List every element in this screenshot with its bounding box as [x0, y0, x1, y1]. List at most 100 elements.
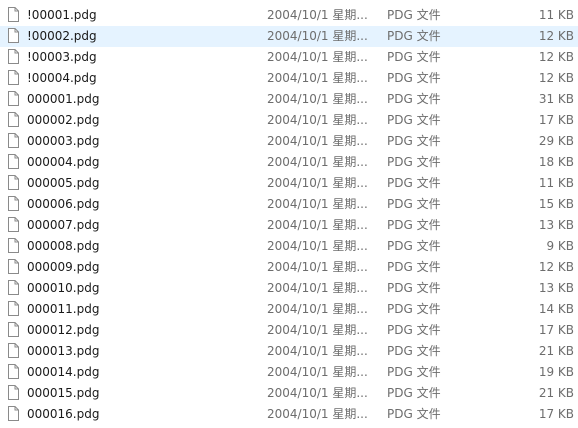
file-type: PDG 文件: [387, 113, 441, 127]
file-type: PDG 文件: [387, 92, 441, 106]
document-icon: [8, 259, 19, 274]
file-row[interactable]: 000012.pdg 2004/10/1 星期... PDG 文件 17 KB: [0, 320, 578, 341]
file-type: PDG 文件: [387, 218, 441, 232]
file-type: PDG 文件: [387, 281, 441, 295]
file-date-modified: 2004/10/1 星期...: [267, 134, 368, 148]
file-row[interactable]: 000006.pdg 2004/10/1 星期... PDG 文件 15 KB: [0, 194, 578, 215]
file-name: !00003.pdg: [27, 50, 97, 64]
file-row[interactable]: 000013.pdg 2004/10/1 星期... PDG 文件 21 KB: [0, 341, 578, 362]
file-name: 000007.pdg: [27, 218, 100, 232]
file-list: !00001.pdg 2004/10/1 星期... PDG 文件 11 KB !000…: [0, 0, 578, 424]
file-type: PDG 文件: [387, 134, 441, 148]
file-type: PDG 文件: [387, 71, 441, 85]
file-size: 12 KB: [538, 29, 574, 43]
file-row[interactable]: 000008.pdg 2004/10/1 星期... PDG 文件 9 KB: [0, 236, 578, 257]
file-date-modified: 2004/10/1 星期...: [267, 71, 368, 85]
file-row[interactable]: 000010.pdg 2004/10/1 星期... PDG 文件 13 KB: [0, 278, 578, 299]
file-type: PDG 文件: [387, 176, 441, 190]
document-icon: [8, 406, 19, 421]
file-type: PDG 文件: [387, 155, 441, 169]
file-size: 12 KB: [538, 50, 574, 64]
file-date-modified: 2004/10/1 星期...: [267, 239, 368, 253]
file-name: !00001.pdg: [27, 8, 97, 22]
document-icon: [8, 301, 19, 316]
document-icon: [8, 238, 19, 253]
file-row[interactable]: 000007.pdg 2004/10/1 星期... PDG 文件 13 KB: [0, 215, 578, 236]
file-name: 000009.pdg: [27, 260, 100, 274]
file-row[interactable]: !00003.pdg 2004/10/1 星期... PDG 文件 12 KB: [0, 47, 578, 68]
document-icon: [8, 49, 19, 64]
file-name: !00002.pdg: [27, 29, 97, 43]
file-type: PDG 文件: [387, 365, 441, 379]
file-type: PDG 文件: [387, 50, 441, 64]
file-date-modified: 2004/10/1 星期...: [267, 302, 368, 316]
file-date-modified: 2004/10/1 星期...: [267, 407, 368, 421]
file-row[interactable]: !00004.pdg 2004/10/1 星期... PDG 文件 12 KB: [0, 68, 578, 89]
file-row[interactable]: 000003.pdg 2004/10/1 星期... PDG 文件 29 KB: [0, 131, 578, 152]
file-date-modified: 2004/10/1 星期...: [267, 197, 368, 211]
file-date-modified: 2004/10/1 星期...: [267, 281, 368, 295]
file-type: PDG 文件: [387, 8, 441, 22]
file-size: 17 KB: [538, 407, 574, 421]
file-row[interactable]: 000004.pdg 2004/10/1 星期... PDG 文件 18 KB: [0, 152, 578, 173]
document-icon: [8, 364, 19, 379]
file-date-modified: 2004/10/1 星期...: [267, 113, 368, 127]
file-size: 31 KB: [538, 92, 574, 106]
file-type: PDG 文件: [387, 239, 441, 253]
file-row[interactable]: 000002.pdg 2004/10/1 星期... PDG 文件 17 KB: [0, 110, 578, 131]
document-icon: [8, 196, 19, 211]
file-name: 000012.pdg: [27, 323, 100, 337]
file-size: 19 KB: [538, 365, 574, 379]
document-icon: [8, 217, 19, 232]
file-row[interactable]: !00002.pdg 2004/10/1 星期... PDG 文件 12 KB: [0, 26, 578, 47]
file-date-modified: 2004/10/1 星期...: [267, 155, 368, 169]
file-size: 21 KB: [538, 386, 574, 400]
file-row[interactable]: 000009.pdg 2004/10/1 星期... PDG 文件 12 KB: [0, 257, 578, 278]
file-row[interactable]: 000015.pdg 2004/10/1 星期... PDG 文件 21 KB: [0, 383, 578, 404]
file-date-modified: 2004/10/1 星期...: [267, 260, 368, 274]
document-icon: [8, 7, 19, 22]
file-row[interactable]: 000011.pdg 2004/10/1 星期... PDG 文件 14 KB: [0, 299, 578, 320]
file-row[interactable]: 000005.pdg 2004/10/1 星期... PDG 文件 11 KB: [0, 173, 578, 194]
file-size: 11 KB: [538, 8, 574, 22]
file-type: PDG 文件: [387, 29, 441, 43]
file-size: 12 KB: [538, 260, 574, 274]
file-name: !00004.pdg: [27, 71, 97, 85]
file-name: 000014.pdg: [27, 365, 100, 379]
file-row[interactable]: 000001.pdg 2004/10/1 星期... PDG 文件 31 KB: [0, 89, 578, 110]
file-date-modified: 2004/10/1 星期...: [267, 92, 368, 106]
file-date-modified: 2004/10/1 星期...: [267, 176, 368, 190]
document-icon: [8, 28, 19, 43]
document-icon: [8, 154, 19, 169]
file-type: PDG 文件: [387, 386, 441, 400]
file-size: 9 KB: [546, 239, 574, 253]
document-icon: [8, 343, 19, 358]
document-icon: [8, 175, 19, 190]
file-size: 29 KB: [538, 134, 574, 148]
file-row[interactable]: 000014.pdg 2004/10/1 星期... PDG 文件 19 KB: [0, 362, 578, 383]
file-date-modified: 2004/10/1 星期...: [267, 29, 368, 43]
file-type: PDG 文件: [387, 197, 441, 211]
file-name: 000005.pdg: [27, 176, 100, 190]
file-name: 000003.pdg: [27, 134, 100, 148]
file-row[interactable]: 000016.pdg 2004/10/1 星期... PDG 文件 17 KB: [0, 404, 578, 425]
file-size: 13 KB: [538, 218, 574, 232]
file-type: PDG 文件: [387, 302, 441, 316]
file-size: 18 KB: [538, 155, 574, 169]
file-size: 11 KB: [538, 176, 574, 190]
document-icon: [8, 91, 19, 106]
file-row[interactable]: !00001.pdg 2004/10/1 星期... PDG 文件 11 KB: [0, 5, 578, 26]
file-size: 13 KB: [538, 281, 574, 295]
file-name: 000006.pdg: [27, 197, 100, 211]
file-size: 12 KB: [538, 71, 574, 85]
file-name: 000002.pdg: [27, 113, 100, 127]
file-type: PDG 文件: [387, 260, 441, 274]
file-size: 15 KB: [538, 197, 574, 211]
file-date-modified: 2004/10/1 星期...: [267, 323, 368, 337]
file-date-modified: 2004/10/1 星期...: [267, 218, 368, 232]
file-date-modified: 2004/10/1 星期...: [267, 365, 368, 379]
file-date-modified: 2004/10/1 星期...: [267, 344, 368, 358]
document-icon: [8, 112, 19, 127]
document-icon: [8, 322, 19, 337]
file-date-modified: 2004/10/1 星期...: [267, 8, 368, 22]
